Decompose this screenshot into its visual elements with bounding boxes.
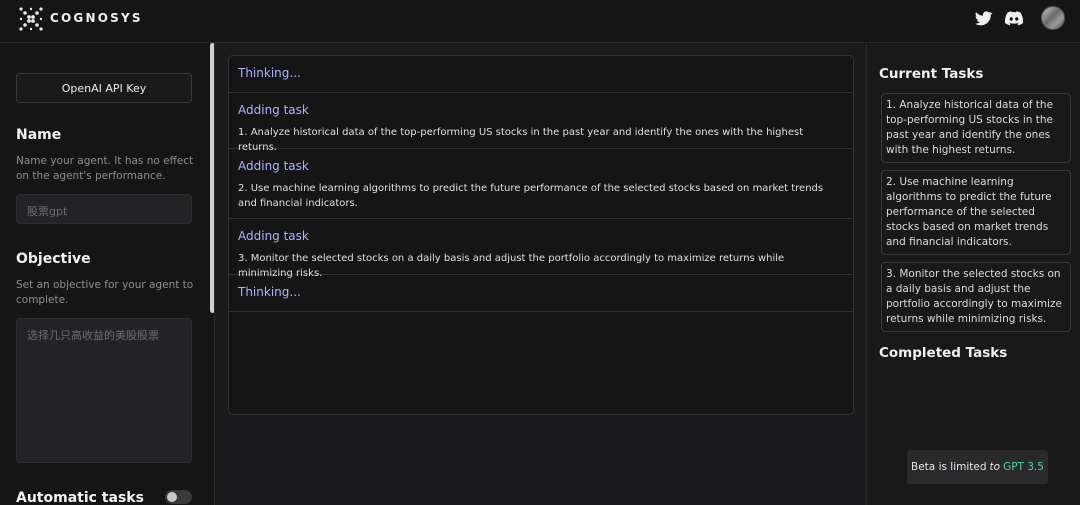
log-entry-title: Adding task (238, 159, 309, 173)
cognosys-logo-icon[interactable] (18, 6, 44, 32)
objective-section-description: Set an objective for your agent to compl… (16, 279, 194, 306)
automatic-tasks-toggle[interactable] (165, 490, 192, 504)
sidebar-scrollbar[interactable] (210, 43, 214, 313)
automatic-tasks-label: Automatic tasks (16, 490, 144, 505)
log-entry: Adding task 2. Use machine learning algo… (229, 149, 853, 219)
log-entry-title: Thinking... (238, 66, 301, 80)
beta-prefix: Beta is limited (911, 461, 987, 473)
beta-limit-badge: Beta is limited to GPT 3.5 (907, 450, 1048, 484)
log-entry: Adding task 1. Analyze historical data o… (229, 93, 853, 153)
agent-name-input[interactable]: 股票gpt (16, 194, 192, 224)
toggle-knob (167, 492, 177, 502)
log-entry: Thinking... (229, 56, 853, 93)
current-task-card[interactable]: 3. Monitor the selected stocks on a dail… (881, 262, 1071, 332)
beta-to: to (989, 461, 1001, 473)
brand-name[interactable]: COGNOSYS (50, 11, 143, 25)
name-section-description: Name your agent. It has no effect on the… (16, 155, 194, 182)
beta-model: GPT 3.5 (1003, 461, 1044, 473)
objective-textarea[interactable]: 选择几只高收益的美股股票 (16, 318, 192, 463)
twitter-icon[interactable] (973, 8, 993, 28)
current-task-card[interactable]: 1. Analyze historical data of the top-pe… (881, 93, 1071, 163)
avatar[interactable] (1041, 6, 1065, 30)
right-task-panel: Current Tasks 1. Analyze historical data… (866, 43, 1080, 505)
current-task-card[interactable]: 2. Use machine learning algorithms to pr… (881, 170, 1071, 255)
left-sidebar: OpenAI API Key Name Name your agent. It … (0, 43, 215, 505)
name-section-title: Name (16, 127, 62, 143)
objective-section-title: Objective (16, 251, 91, 267)
log-entry-text: 2. Use machine learning algorithms to pr… (238, 183, 824, 209)
log-entry-title: Adding task (238, 229, 309, 243)
discord-icon[interactable] (1003, 8, 1025, 28)
log-entry-title: Adding task (238, 103, 309, 117)
agent-log-panel: Thinking... Adding task 1. Analyze histo… (228, 55, 854, 415)
completed-tasks-title: Completed Tasks (879, 345, 1008, 361)
log-entry-title: Thinking... (238, 285, 301, 299)
top-bar: COGNOSYS (0, 0, 1080, 43)
current-tasks-title: Current Tasks (879, 66, 984, 82)
log-entry: Thinking... (229, 275, 853, 312)
log-entry: Adding task 3. Monitor the selected stoc… (229, 219, 853, 279)
openai-api-key-button[interactable]: OpenAI API Key (16, 73, 192, 103)
